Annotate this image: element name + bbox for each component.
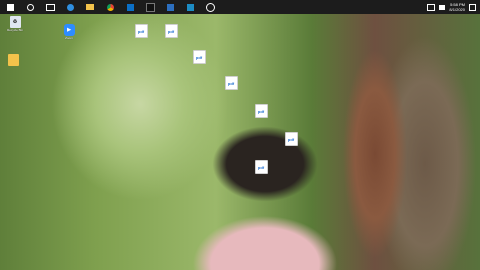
desktop-icon-pdf[interactable] (160, 24, 182, 46)
desktop-icon-pdf[interactable] (250, 160, 272, 182)
desktop-icon-label: Zoom (65, 37, 73, 40)
desktop-icon-zoom[interactable]: ▶ Zoom (58, 24, 80, 46)
media-icon[interactable] (144, 1, 156, 13)
store-icon[interactable] (124, 1, 136, 13)
start-icon[interactable] (4, 1, 16, 13)
network-icon[interactable] (427, 3, 436, 11)
desktop-icon-pdf[interactable] (250, 104, 272, 126)
pdf-file-icon (254, 104, 268, 118)
task-view-icon[interactable] (44, 1, 56, 13)
desktop-icon-pdf[interactable] (220, 76, 242, 98)
desktop-icon-pdf[interactable] (280, 132, 302, 154)
chrome-icon[interactable] (104, 1, 116, 13)
notification-icon[interactable] (469, 3, 476, 11)
pdf-file-icon (254, 160, 268, 174)
settings-icon[interactable] (204, 1, 216, 13)
files-icon[interactable] (164, 1, 176, 13)
pdf-file-icon (164, 24, 178, 38)
pdf-file-icon (224, 76, 238, 90)
pdf-file-icon (284, 132, 298, 146)
taskbar: 5:58 PM 8/1/2020 (0, 0, 480, 14)
system-tray: 5:58 PM 8/1/2020 (427, 2, 480, 12)
desktop-icon-pdf[interactable] (188, 50, 210, 72)
desktop: ♻ Recycle Bin ▶ Zoom (0, 14, 480, 270)
file-explorer-icon[interactable] (84, 1, 96, 13)
clock-date: 8/1/2020 (449, 7, 465, 12)
pdf-file-icon (192, 50, 206, 64)
desktop-icon-recycle-bin[interactable]: ♻ Recycle Bin (4, 16, 26, 38)
desktop-icon-folder[interactable] (2, 54, 24, 76)
recycle-bin-icon: ♻ (9, 16, 21, 28)
photos-icon[interactable] (184, 1, 196, 13)
desktop-icon-label: Recycle Bin (7, 29, 23, 32)
volume-icon[interactable] (439, 4, 446, 10)
pdf-file-icon (134, 24, 148, 38)
desktop-icon-pdf[interactable] (130, 24, 152, 46)
search-icon[interactable] (24, 1, 36, 13)
clock[interactable]: 5:58 PM 8/1/2020 (449, 2, 465, 12)
zoom-icon: ▶ (63, 24, 75, 36)
folder-icon (7, 54, 19, 66)
edge-icon[interactable] (64, 1, 76, 13)
